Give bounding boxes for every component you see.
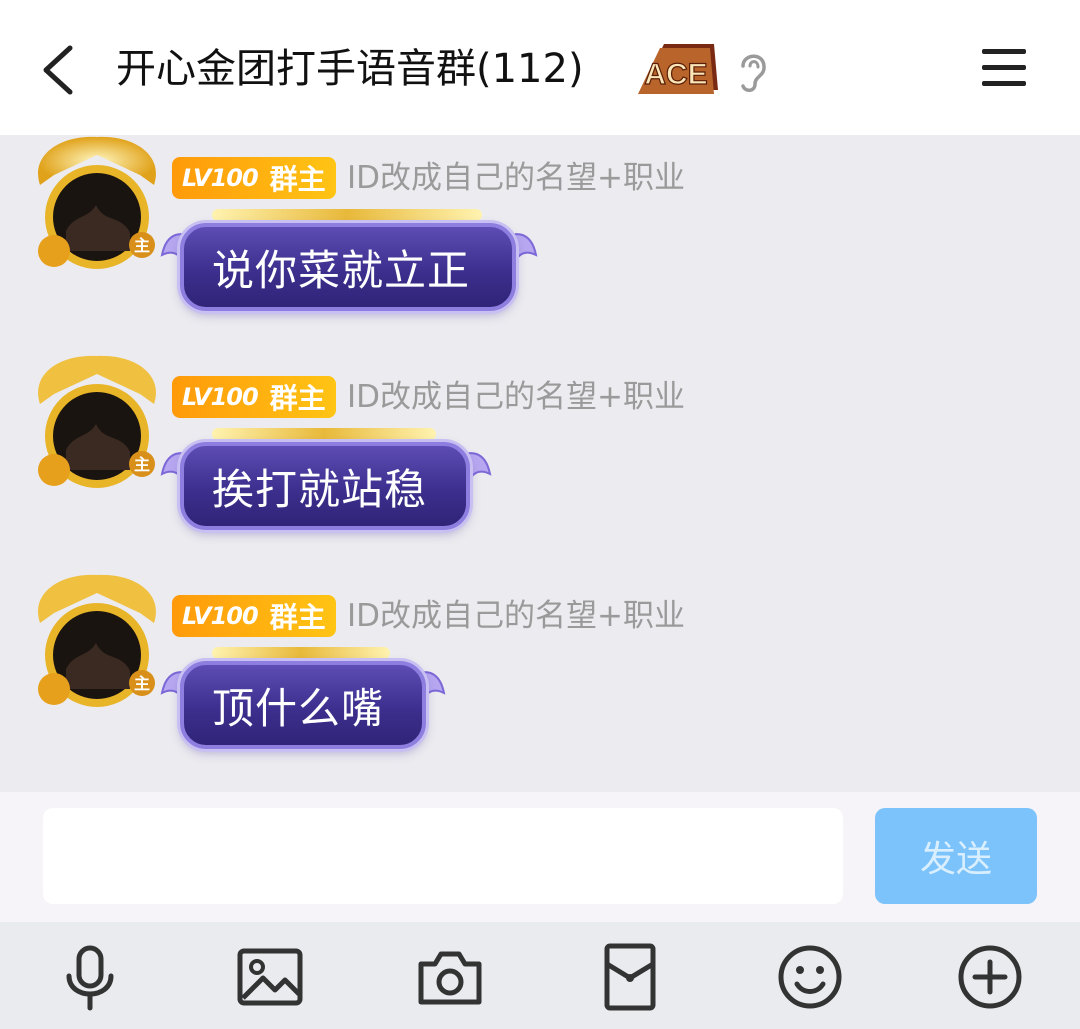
message-bubble-wrap: 顶什么嘴 (160, 647, 446, 749)
sender-nickname: ID改成自己的名望+职业 (347, 379, 685, 415)
ace-label: ACE (644, 58, 707, 91)
role-label: 群主 (269, 601, 326, 634)
microphone-icon[interactable] (55, 942, 125, 1012)
level-badge: LV100 群主 (172, 595, 336, 637)
avatar[interactable]: 主 (30, 573, 164, 713)
message-bubble-wrap: 挨打就站稳 (160, 428, 492, 530)
image-icon[interactable] (235, 942, 305, 1012)
page-title: 开心金团打手语音群(112) (116, 46, 584, 92)
camera-icon[interactable] (415, 942, 485, 1012)
message-text: 挨打就站稳 (212, 464, 428, 514)
message-bubble-wrap: 说你菜就立正 (160, 209, 538, 311)
level-badge: LV100 群主 (172, 376, 336, 418)
emoji-icon[interactable] (775, 942, 845, 1012)
back-arrow-icon[interactable] (30, 40, 90, 100)
bubble-gold-bar (212, 428, 436, 440)
role-label: 群主 (269, 163, 326, 196)
message-bubble[interactable]: 挨打就站稳 (180, 442, 470, 530)
top-bar: 开心金团打手语音群(112) ACE (0, 0, 1080, 135)
message-text: 说你菜就立正 (212, 245, 471, 295)
level-label: LV100 (182, 383, 259, 411)
ear-icon[interactable] (733, 48, 773, 94)
level-label: LV100 (182, 164, 259, 192)
composer-bar: 发送 (0, 792, 1080, 922)
avatar[interactable]: 主 (30, 135, 164, 275)
sender-nickname: ID改成自己的名望+职业 (347, 160, 685, 196)
level-label: LV100 (182, 602, 259, 630)
role-label: 群主 (269, 382, 326, 415)
send-button[interactable]: 发送 (875, 808, 1037, 904)
red-packet-icon[interactable] (595, 942, 665, 1012)
message-bubble[interactable]: 说你菜就立正 (180, 223, 516, 311)
chat-message: 主 LV100 群主 ID改成自己的名望+职业 说你菜就立正 (0, 135, 1080, 355)
menu-icon[interactable] (980, 46, 1028, 90)
plus-icon[interactable] (955, 942, 1025, 1012)
message-text: 顶什么嘴 (212, 683, 385, 733)
chat-message: 主 LV100 群主 ID改成自己的名望+职业 顶什么嘴 (0, 573, 1080, 792)
bubble-gold-bar (212, 647, 390, 659)
bubble-gold-bar (212, 209, 482, 221)
owner-mark: 主 (134, 674, 150, 693)
bottom-toolbar (0, 922, 1080, 1029)
avatar[interactable]: 主 (30, 354, 164, 494)
level-badge: LV100 群主 (172, 157, 336, 199)
message-bubble[interactable]: 顶什么嘴 (180, 661, 426, 749)
sender-nickname: ID改成自己的名望+职业 (347, 598, 685, 634)
ace-badge-icon[interactable]: ACE (634, 38, 722, 98)
owner-mark: 主 (134, 236, 150, 255)
owner-mark: 主 (134, 455, 150, 474)
chat-message: 主 LV100 群主 ID改成自己的名望+职业 挨打就站稳 (0, 354, 1080, 574)
message-input[interactable] (43, 808, 843, 904)
chat-area[interactable]: 主 LV100 群主 ID改成自己的名望+职业 说你菜就立正 主 LV100 群… (0, 135, 1080, 792)
